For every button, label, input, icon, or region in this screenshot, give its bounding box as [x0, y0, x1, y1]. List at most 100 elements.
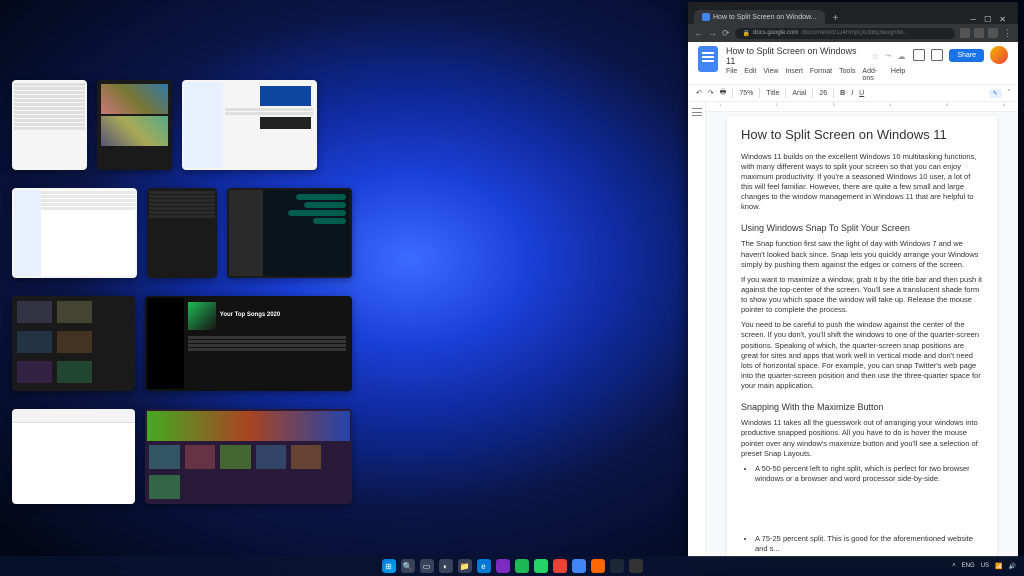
pinned-app-icon[interactable]	[553, 559, 567, 573]
edge-icon[interactable]: e	[477, 559, 491, 573]
window-thumbnail-steam[interactable]: Steam	[12, 296, 135, 391]
doc-list-item: A 50-50 percent left to right split, whi…	[755, 464, 983, 484]
chrome-window: How to Split Screen on Window... + ─ ☐ ✕…	[688, 2, 1018, 557]
menu-format[interactable]: Format	[810, 68, 832, 82]
move-icon[interactable]: ⤳	[885, 51, 891, 61]
network-icon[interactable]: 📶	[995, 563, 1002, 570]
task-view-row: Inbox (3,974) - wi... Untitled design - …	[12, 80, 352, 170]
system-tray[interactable]: ˄ ENG US 📶 🔊	[952, 563, 1016, 570]
menu-view[interactable]: View	[763, 68, 778, 82]
extension-icons	[960, 28, 998, 38]
doc-h2: Snapping With the Maximize Button	[741, 401, 983, 413]
pinned-app-icon[interactable]	[610, 559, 624, 573]
style-select[interactable]: Title	[766, 90, 779, 97]
print-icon[interactable]: 🖶	[720, 88, 727, 99]
pinned-app-icon[interactable]	[515, 559, 529, 573]
language-indicator[interactable]: ENG	[962, 563, 975, 569]
pinned-app-icon[interactable]	[572, 559, 586, 573]
window-thumbnail-gog[interactable]: GOG Galaxy 2.0.43	[145, 409, 352, 504]
pinned-app-icon[interactable]	[591, 559, 605, 573]
window-thumbnail-virtualbox[interactable]: Oracle VM VirtualBox Manager	[182, 80, 317, 170]
window-controls: ─ ☐ ✕	[970, 11, 1012, 24]
lock-icon: 🔒	[743, 30, 750, 37]
docs-favicon	[702, 13, 710, 21]
menu-insert[interactable]: Insert	[785, 68, 803, 82]
extension-icon[interactable]	[960, 28, 970, 38]
pinned-app-icon[interactable]	[496, 559, 510, 573]
window-thumbnail-paint[interactable]: Untitled - Paint	[12, 409, 135, 504]
reload-icon[interactable]: ⟳	[722, 28, 730, 39]
close-icon[interactable]: ✕	[999, 15, 1006, 24]
menu-help[interactable]: Help	[891, 68, 905, 82]
window-thumbnail-spotify[interactable]: Spotify Premium Your Top Songs 2020	[145, 296, 352, 391]
window-thumbnail-inbox[interactable]: Inbox (3,974) - wi...	[12, 80, 87, 170]
fontsize-select[interactable]: 26	[819, 90, 827, 97]
italic-icon[interactable]: I	[851, 90, 853, 97]
doc-paragraph: You need to be careful to push the windo…	[741, 320, 983, 391]
present-icon[interactable]	[931, 49, 943, 61]
pinned-app-icon[interactable]	[534, 559, 548, 573]
window-thumbnail-canva[interactable]: Untitled design - ...	[97, 80, 172, 170]
extension-icon[interactable]	[974, 28, 984, 38]
taskbar: ⊞ 🔍 ▭ ◐ 📁 e ˄ ENG US 📶 🔊	[0, 556, 1024, 576]
tray-chevron-icon[interactable]: ˄	[952, 563, 956, 569]
underline-icon[interactable]: U	[859, 90, 864, 97]
window-thumbnail-slack[interactable]: Slack | general | A...	[147, 188, 217, 278]
menu-edit[interactable]: Edit	[744, 68, 756, 82]
document-canvas: 123456 How to Split Screen on Windows 11…	[688, 102, 1018, 557]
window-thumbnail-virtualbox-2[interactable]: Oracle VM VirtualBox Manager	[12, 188, 137, 278]
outline-icon[interactable]	[692, 108, 702, 116]
star-icon[interactable]: ☆	[872, 52, 879, 61]
window-thumbnail-whatsapp[interactable]: WhatsApp	[227, 188, 352, 278]
maximize-icon[interactable]: ☐	[984, 15, 991, 24]
redo-icon[interactable]: ↷	[708, 89, 714, 97]
chrome-menu-icon[interactable]: ⋮	[1003, 28, 1012, 39]
taskview-icon[interactable]: ▭	[420, 559, 434, 573]
task-view-row: Steam Spotify Premium Your Top Songs 202…	[12, 296, 352, 391]
chrome-tabstrip: How to Split Screen on Window... + ─ ☐ ✕	[688, 2, 1018, 24]
task-view-row: Oracle VM VirtualBox Manager Slack | gen…	[12, 188, 352, 278]
task-view-row: Untitled - Paint GOG Galaxy 2.0.43	[12, 409, 352, 504]
widgets-icon[interactable]: ◐	[439, 559, 453, 573]
document-title[interactable]: How to Split Screen on Windows 11	[726, 46, 866, 66]
menu-file[interactable]: File	[726, 68, 737, 82]
menu-tools[interactable]: Tools	[839, 68, 855, 82]
doc-paragraph: If you want to maximize a window, grab i…	[741, 275, 983, 316]
undo-icon[interactable]: ↶	[696, 89, 702, 97]
cloud-icon: ☁	[897, 52, 905, 61]
task-view-grid: Inbox (3,974) - wi... Untitled design - …	[12, 80, 352, 522]
pinned-app-icon[interactable]	[629, 559, 643, 573]
browser-tab[interactable]: How to Split Screen on Window...	[694, 10, 825, 24]
editing-mode-button[interactable]: ✎	[989, 89, 1002, 98]
chrome-address-bar: ← → ⟳ 🔒 docs.google.com/document/d/1J4Rm…	[688, 24, 1018, 42]
forward-icon[interactable]: →	[708, 28, 717, 38]
start-button[interactable]: ⊞	[382, 559, 396, 573]
font-select[interactable]: Arial	[792, 90, 806, 97]
back-icon[interactable]: ←	[694, 28, 703, 38]
doc-paragraph: The Snap function first saw the light of…	[741, 239, 983, 269]
menu-addons[interactable]: Add-ons	[862, 68, 883, 82]
search-icon[interactable]: 🔍	[401, 559, 415, 573]
extension-icon[interactable]	[988, 28, 998, 38]
google-docs-logo-icon[interactable]	[698, 46, 718, 72]
apps-grid-icon[interactable]	[913, 49, 925, 61]
document-page[interactable]: How to Split Screen on Windows 11 Window…	[727, 116, 997, 557]
minimize-icon[interactable]: ─	[970, 15, 976, 24]
docs-header: How to Split Screen on Windows 11 ☆ ⤳ ☁ …	[688, 42, 1018, 84]
doc-h1: How to Split Screen on Windows 11	[741, 126, 983, 144]
docs-toolbar: ↶ ↷ 🖶 75% Title Arial 26 B I U ✎ ˆ	[688, 84, 1018, 102]
doc-h2: Using Windows Snap To Split Your Screen	[741, 222, 983, 234]
new-tab-button[interactable]: +	[829, 13, 843, 24]
ruler[interactable]: 123456	[706, 102, 1018, 112]
doc-list-item: A 75-25 percent split. This is good for …	[755, 534, 983, 554]
url-field[interactable]: 🔒 docs.google.com/document/d/1J4RmpQo3tt…	[735, 28, 955, 39]
share-button[interactable]: Share	[949, 49, 984, 62]
outline-rail	[688, 102, 706, 557]
zoom-select[interactable]: 75%	[739, 90, 753, 97]
account-avatar[interactable]	[990, 46, 1008, 64]
spotify-playlist-title: Your Top Songs 2020	[220, 312, 280, 319]
bold-icon[interactable]: B	[840, 90, 845, 97]
volume-icon[interactable]: 🔊	[1009, 563, 1016, 570]
collapse-toolbar-icon[interactable]: ˆ	[1008, 90, 1010, 97]
explorer-icon[interactable]: 📁	[458, 559, 472, 573]
